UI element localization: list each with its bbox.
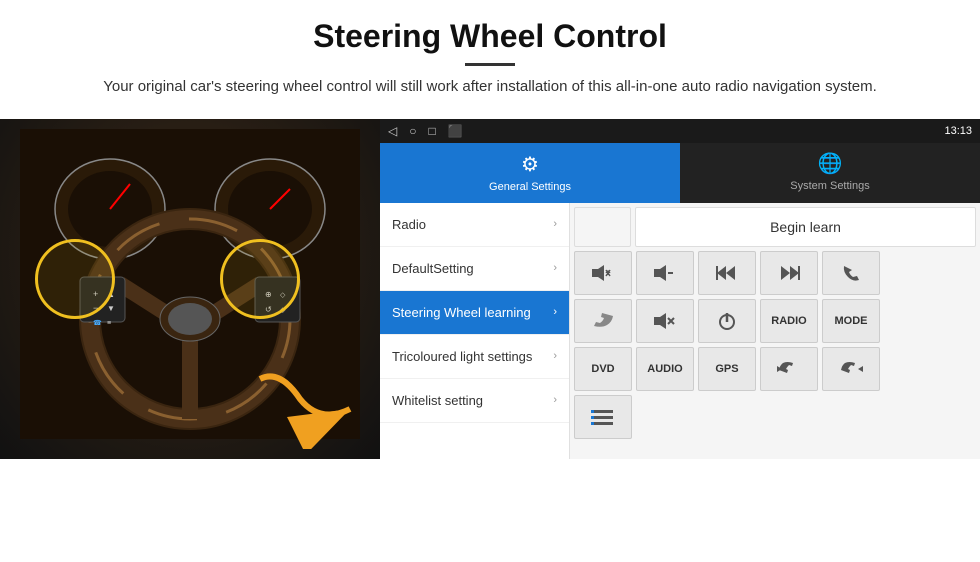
menu-item-whitelist[interactable]: Whitelist setting › [380,379,569,423]
hang-up-button[interactable] [574,299,632,343]
steering-wheel-background: + − ▲ ▼ ☎ ≡ ⊕ ◇ ↺ ◇ [0,119,380,459]
recent-icon: □ [428,124,435,138]
menu-radio-label: Radio [392,217,426,232]
list-button[interactable] [574,395,632,439]
arrow-indicator [240,359,370,449]
vol-down-button[interactable] [636,251,694,295]
gps-button[interactable]: GPS [698,347,756,391]
menu-list: Radio › DefaultSetting › Steering Wheel … [380,203,570,459]
panel-row-begin: Begin learn [574,207,976,247]
back-icon: ◁ [388,124,397,138]
tab-general-label: General Settings [489,181,571,193]
status-bar: ◁ ○ □ ⬛ 13:13 [380,119,980,143]
empty-placeholder [574,207,631,247]
chevron-icon-tricoloured: › [553,350,557,362]
begin-learn-button[interactable]: Begin learn [635,207,976,247]
status-time: 13:13 [944,125,972,137]
next-track-button[interactable] [760,251,818,295]
panel-row-2: RADIO MODE [574,299,976,343]
chevron-icon-radio: › [553,218,557,230]
panel-row-1: + [574,251,976,295]
phone-prev-button[interactable] [760,347,818,391]
phone-answer-button[interactable] [822,251,880,295]
page-title: Steering Wheel Control [60,18,920,55]
tab-general-settings[interactable]: ⚙ General Settings [380,143,680,203]
content-area: + − ▲ ▼ ☎ ≡ ⊕ ◇ ↺ ◇ [0,119,980,562]
svg-text:▼: ▼ [107,304,115,313]
menu-item-tricoloured[interactable]: Tricoloured light settings › [380,335,569,379]
menu-item-radio[interactable]: Radio › [380,203,569,247]
tab-bar: ⚙ General Settings 🌐 System Settings [380,143,980,203]
menu-steering-label: Steering Wheel learning [392,305,531,320]
page-container: Steering Wheel Control Your original car… [0,0,980,562]
radio-button[interactable]: RADIO [760,299,818,343]
globe-icon: 🌐 [818,151,843,176]
menu-item-default[interactable]: DefaultSetting › [380,247,569,291]
header-section: Steering Wheel Control Your original car… [0,0,980,109]
right-panel: Begin learn + [570,203,980,459]
power-button[interactable] [698,299,756,343]
chevron-icon-steering: › [553,306,557,318]
dvd-button[interactable]: DVD [574,347,632,391]
menu-icon: ⬛ [448,124,463,138]
vol-up-button[interactable]: + [574,251,632,295]
svg-text:☎: ☎ [93,319,102,327]
tab-system-settings[interactable]: 🌐 System Settings [680,143,980,203]
chevron-icon-whitelist: › [553,394,557,406]
highlight-circle-right [220,239,300,319]
menu-item-steering[interactable]: Steering Wheel learning › [380,291,569,335]
status-bar-left: ◁ ○ □ ⬛ [388,124,463,138]
tab-system-label: System Settings [790,180,869,192]
home-icon: ○ [409,124,416,138]
prev-track-button[interactable] [698,251,756,295]
mute-button[interactable] [636,299,694,343]
mode-button[interactable]: MODE [822,299,880,343]
audio-button[interactable]: AUDIO [636,347,694,391]
svg-text:+: + [605,267,610,277]
device-main: Radio › DefaultSetting › Steering Wheel … [380,203,980,459]
panel-row-3: DVD AUDIO GPS [574,347,976,391]
menu-whitelist-label: Whitelist setting [392,393,483,408]
menu-default-label: DefaultSetting [392,261,474,276]
gear-icon: ⚙ [521,152,539,177]
panel-row-4 [574,395,976,439]
highlight-circle-left [35,239,115,319]
subtitle: Your original car's steering wheel contr… [60,76,920,99]
menu-tricoloured-label: Tricoloured light settings [392,349,532,364]
chevron-icon-default: › [553,262,557,274]
svg-text:≡: ≡ [107,320,111,327]
photo-area: + − ▲ ▼ ☎ ≡ ⊕ ◇ ↺ ◇ [0,119,380,459]
phone-next-button[interactable] [822,347,880,391]
title-divider [465,63,515,66]
device-area: ◁ ○ □ ⬛ 13:13 ⚙ General Settings 🌐 Syste… [380,119,980,459]
